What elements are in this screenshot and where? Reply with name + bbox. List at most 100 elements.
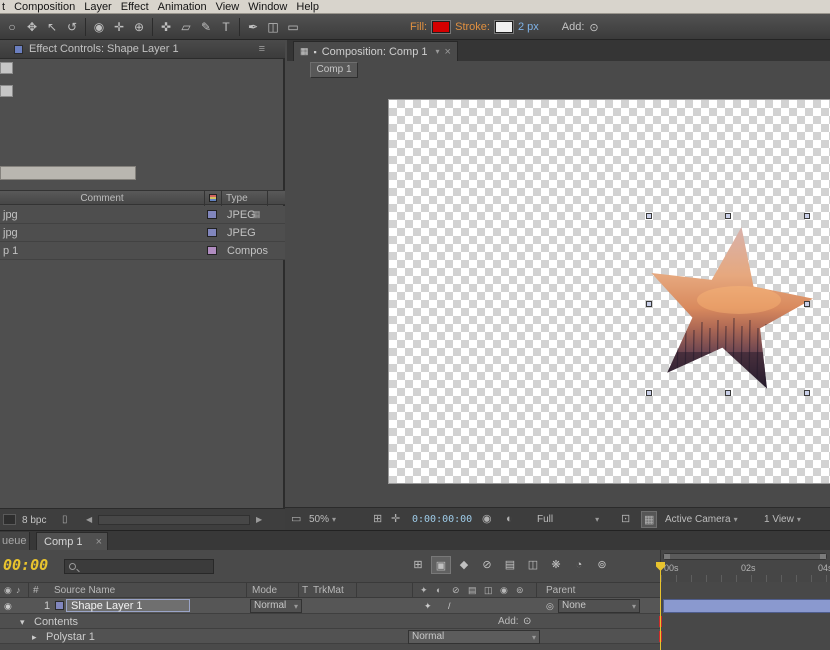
track-z-camera-tool-icon[interactable]: ⊕ [129, 17, 149, 37]
auto-keyframe-icon[interactable]: ◔ [569, 556, 589, 574]
orbit-camera-tool-icon[interactable]: ◉ [89, 17, 109, 37]
pan-behind-tool-icon[interactable]: ✜ [156, 17, 176, 37]
layer-row-shape-layer-1[interactable]: ◉ 1 Shape Layer 1 Normal▾ ✦ / ◎ None▾ [0, 598, 660, 614]
hand-tool-icon[interactable]: ✥ [22, 17, 42, 37]
scroll-left-icon[interactable]: ◀ [86, 515, 92, 524]
resolution-dropdown[interactable]: Full▾ [537, 508, 599, 531]
contents-row[interactable]: ▾ Contents Add: ⊙ [0, 614, 660, 629]
label-color-chip[interactable] [207, 210, 217, 219]
timeline-track-area[interactable] [660, 582, 830, 650]
parent-dropdown[interactable]: None▾ [558, 599, 640, 613]
mask-shape-tool-icon[interactable]: ▱ [176, 17, 196, 37]
camera-view-dropdown[interactable]: Active Camera▾ [665, 508, 738, 531]
track-xy-camera-tool-icon[interactable]: ✛ [109, 17, 129, 37]
twirl-open-icon[interactable]: ▾ [20, 617, 25, 628]
composition-tab[interactable]: ▦ ▪ Composition: Comp 1 ▾ × [293, 41, 458, 61]
close-icon[interactable]: × [96, 533, 102, 551]
stroke-color-swatch[interactable] [495, 21, 513, 33]
shy-header-icon[interactable]: ✦ [420, 585, 428, 596]
zoom-dropdown[interactable]: 50%▾ [309, 508, 336, 531]
lock-icon[interactable]: ▪ [314, 47, 317, 57]
rulers-icon[interactable]: ✛ [391, 508, 400, 531]
selection-handle[interactable] [804, 390, 810, 396]
region-of-interest-icon[interactable]: ⊡ [621, 508, 630, 531]
frame-blending-icon[interactable]: ▤ [500, 556, 520, 574]
view-layout-dropdown[interactable]: 1 View▾ [764, 508, 801, 531]
navigator-end-handle[interactable] [820, 554, 826, 559]
blend-mode-dropdown[interactable]: Normal▾ [250, 599, 302, 613]
snapshot-frame-icon[interactable]: ▭ [291, 508, 301, 531]
eye-icon[interactable]: ◉ [4, 585, 12, 596]
menu-item-partial[interactable]: t [2, 1, 5, 13]
close-icon[interactable]: × [445, 46, 451, 58]
brainstorm-icon[interactable]: ❋ [546, 556, 566, 574]
project-settings-chip[interactable] [3, 514, 16, 525]
time-navigator[interactable] [663, 553, 827, 560]
brush-tool-icon[interactable]: ✒ [243, 17, 263, 37]
fill-color-swatch[interactable] [432, 21, 450, 33]
panel-menu-icon[interactable]: ≡ [259, 43, 265, 55]
layer-duration-bar[interactable] [663, 599, 830, 613]
show-channels-icon[interactable]: ◐ [506, 508, 513, 531]
add-shape-icon[interactable]: ⊙ [589, 21, 598, 34]
grid-options-icon[interactable]: ⊞ [373, 508, 382, 531]
scroll-right-icon[interactable]: ▶ [256, 515, 262, 524]
selection-handle[interactable] [804, 301, 810, 307]
menu-item-layer[interactable]: Layer [84, 1, 112, 13]
menu-item-animation[interactable]: Animation [158, 1, 207, 13]
live-update-icon[interactable]: ▣ [431, 556, 451, 574]
label-color-chip[interactable] [207, 246, 217, 255]
project-row[interactable]: jpg JPEG ▦ [0, 206, 285, 224]
horizontal-scrollbar[interactable] [98, 515, 250, 525]
tab-menu-arrow-icon[interactable]: ▾ [436, 47, 440, 56]
bit-depth-label[interactable]: 8 bpc [22, 515, 46, 526]
time-ruler[interactable]: 00s 02s 04s [660, 550, 830, 582]
effect-control-field[interactable] [0, 166, 136, 180]
effects-header-icon[interactable]: ▤ [468, 585, 477, 596]
selection-handle[interactable] [725, 213, 731, 219]
polystar-row[interactable]: ▸ Polystar 1 Normal▾ [0, 629, 660, 644]
menu-item-help[interactable]: Help [296, 1, 319, 13]
timeline-comp-tab[interactable]: Comp 1× [36, 532, 108, 551]
clone-stamp-tool-icon[interactable]: ◫ [263, 17, 283, 37]
pickwhip-icon[interactable]: ◎ [546, 601, 554, 612]
mini-flowchart-icon[interactable]: ⊞ [408, 556, 428, 574]
label-color-chip[interactable] [207, 228, 217, 237]
three-d-header-icon[interactable]: ⊚ [516, 585, 524, 596]
project-row[interactable]: p 1 Compos [0, 242, 285, 260]
selection-handle[interactable] [646, 390, 652, 396]
layer-label-chip[interactable] [55, 601, 64, 610]
project-row[interactable]: jpg JPEG [0, 224, 285, 242]
motion-blur-header-icon[interactable]: ◉ [500, 585, 508, 596]
composition-canvas[interactable] [388, 99, 830, 484]
menu-item-effect[interactable]: Effect [121, 1, 149, 13]
current-time-display[interactable]: 00:00 [3, 556, 48, 574]
comp-timecode[interactable]: 0:00:00:00 [412, 508, 472, 531]
selection-handle[interactable] [804, 213, 810, 219]
zoom-tool-icon[interactable]: ○ [2, 17, 22, 37]
delete-icon[interactable]: ▯ [62, 514, 68, 525]
menu-item-window[interactable]: Window [248, 1, 287, 13]
menu-item-composition[interactable]: Composition [14, 1, 75, 13]
render-queue-tab[interactable]: ueue [0, 532, 30, 551]
snapshot-icon[interactable]: ◉ [482, 508, 492, 531]
switch-star-icon[interactable]: ✦ [424, 601, 432, 612]
selection-handle[interactable] [646, 301, 652, 307]
collapse-header-icon[interactable]: ◐ [436, 585, 441, 595]
audio-icon[interactable]: ♪ [16, 585, 21, 595]
draft-3d-icon[interactable]: ◆ [454, 556, 474, 574]
polystar-blend-dropdown[interactable]: Normal▾ [408, 630, 540, 644]
motion-blur-icon[interactable]: ◫ [523, 556, 543, 574]
selection-handle[interactable] [725, 390, 731, 396]
graph-editor-icon[interactable]: ⊚ [592, 556, 612, 574]
selection-handle[interactable] [646, 213, 652, 219]
menu-item-view[interactable]: View [216, 1, 240, 13]
twirl-closed-icon[interactable]: ▸ [32, 632, 37, 643]
pen-tool-icon[interactable]: ✎ [196, 17, 216, 37]
frame-blend-header-icon[interactable]: ◫ [484, 585, 493, 596]
add-property-icon[interactable]: ⊙ [523, 616, 531, 627]
comp-subtab[interactable]: Comp 1 [310, 62, 358, 78]
text-tool-icon[interactable]: T [216, 17, 236, 37]
continuous-rasterize-icon[interactable]: / [448, 601, 451, 611]
hide-shy-layers-icon[interactable]: ⊘ [477, 556, 497, 574]
